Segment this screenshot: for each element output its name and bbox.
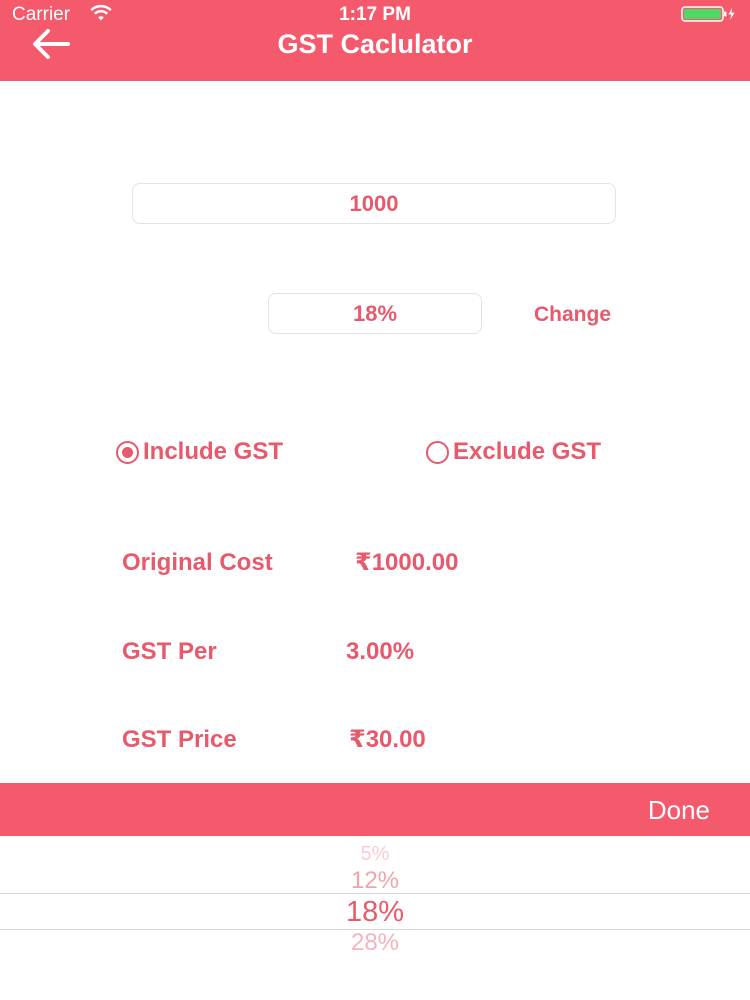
picker-option-selected[interactable]: 18%: [0, 895, 750, 929]
original-cost-value: ₹1000.00: [355, 549, 459, 576]
gst-price-value: ₹30.00: [349, 726, 426, 753]
page-title: GST Caclulator: [277, 29, 473, 59]
picker-option[interactable]: 28%: [0, 929, 750, 957]
picker-option[interactable]: 12%: [0, 867, 750, 895]
amount-input[interactable]: [132, 183, 616, 224]
gst-rate-field[interactable]: 18%: [268, 293, 482, 334]
include-gst-label: Include GST: [143, 438, 284, 465]
radio-checked-icon: [116, 440, 139, 464]
done-button[interactable]: Done: [648, 795, 710, 825]
exclude-gst-label: Exclude GST: [453, 438, 602, 465]
change-rate-button[interactable]: Change: [534, 302, 611, 328]
gst-per-label: GST Per: [122, 638, 217, 665]
include-gst-radio[interactable]: Include GST: [116, 437, 283, 467]
clock-label: 1:17 PM: [339, 4, 411, 25]
rate-picker[interactable]: 5% 12% 18% 28%: [0, 836, 750, 1000]
nav-bar: Carrier 1:17 PM GST Caclulator: [0, 0, 750, 81]
gst-per-value: 3.00%: [346, 638, 415, 665]
gst-price-label: GST Price: [122, 726, 237, 753]
exclude-gst-radio[interactable]: Exclude GST: [426, 437, 601, 467]
picker-toolbar: Done: [0, 783, 750, 836]
battery-icon: [681, 6, 735, 22]
original-cost-label: Original Cost: [122, 549, 273, 576]
picker-option[interactable]: 5%: [0, 842, 750, 866]
radio-unchecked-icon: [426, 440, 449, 464]
